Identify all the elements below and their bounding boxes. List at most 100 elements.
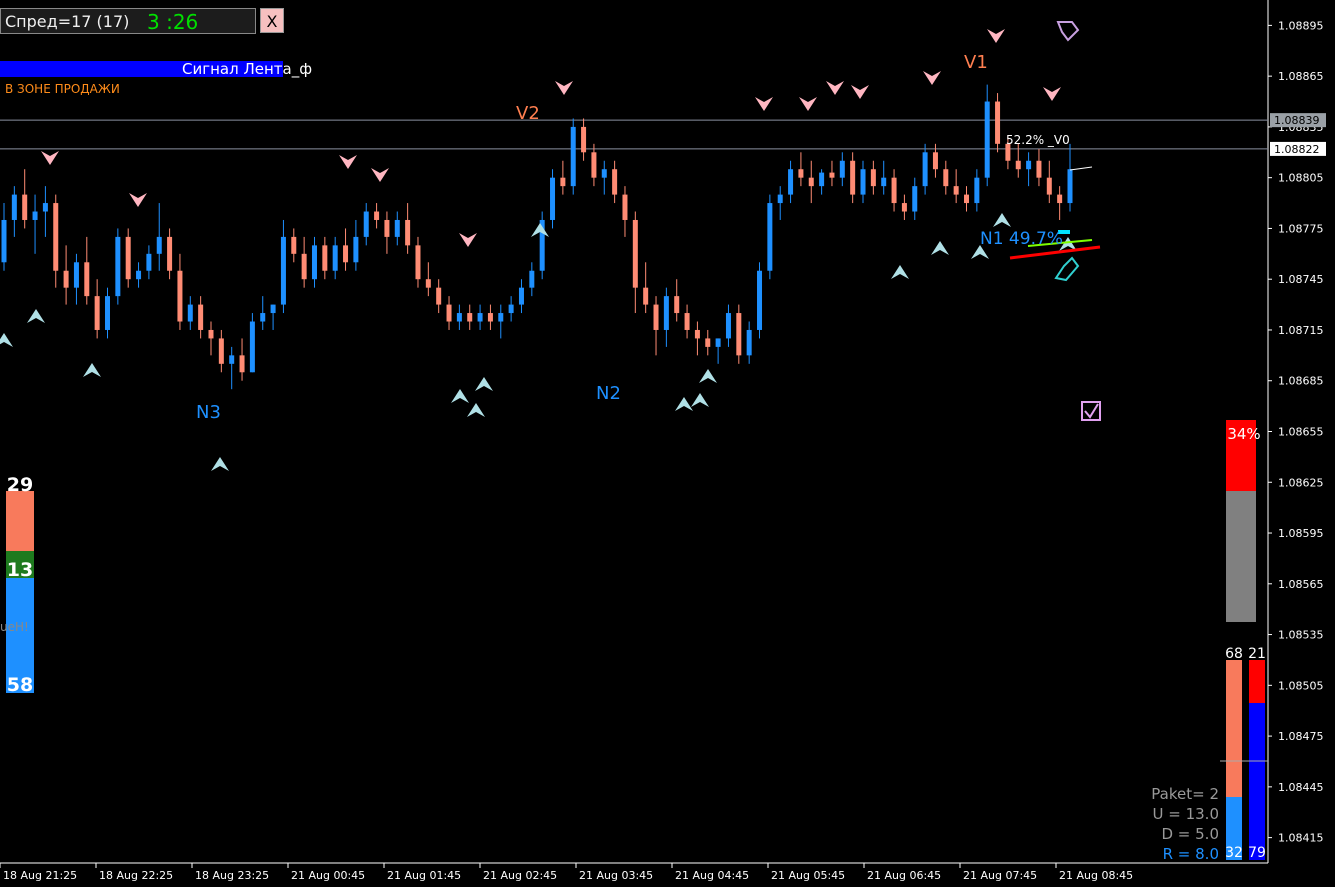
time-tick-label: 21 Aug 03:45 [579,869,653,882]
time-tick-label: 21 Aug 04:45 [675,869,749,882]
candle-bull [518,287,524,305]
candle-bull [788,169,794,195]
candle-bear [84,262,90,297]
candle-bear [374,211,380,220]
candle-bull [881,177,887,187]
candle-bear [612,169,618,195]
candle-bull [715,338,721,347]
paket-label: Paket= 2 [1151,785,1219,803]
signal-label: Сигнал Лента_ф [182,60,313,78]
right-bar-value: 32 [1225,845,1243,861]
down-label: D = 5.0 [1161,825,1219,843]
right-bar-value: 68 [1225,646,1243,662]
candle-bear [653,304,659,330]
sell-arrow-icon [799,97,817,111]
candle-bear [63,270,69,288]
price-chart[interactable]: 1.088951.088651.088351.088051.087751.087… [0,0,1335,887]
candle-bull [529,270,535,288]
right-pct-gray [1226,491,1256,622]
buy-arrow-icon [467,403,485,417]
candle-bull [249,321,255,373]
candle-bull [394,219,400,237]
signal-arrows [0,21,1101,471]
right-pct-value: 34% [1227,425,1260,443]
time-tick-label: 21 Aug 00:45 [291,869,365,882]
candle-bear [1046,177,1052,195]
candle-bear [591,152,597,178]
candle-bear [177,270,183,322]
candle-bear [1057,194,1063,204]
candle-bull [984,101,990,178]
candle-bear [705,338,711,347]
candle-bull [363,211,369,237]
buy-arrow-icon [211,457,229,471]
candle-bull [974,177,980,204]
candle-bull [839,160,845,178]
buy-arrow-icon [691,393,709,407]
candle-bear [560,177,566,187]
candle-bear [870,169,876,187]
price-tick-label: 1.08895 [1278,19,1324,32]
candle-bear [301,253,307,280]
price-tick-label: 1.08565 [1278,578,1324,591]
reversal-down-icon [1056,21,1080,42]
buy-arrow-icon [891,265,909,279]
candle-bull [477,313,483,322]
wave-label: N3 [196,402,221,423]
price-tick-label: 1.08445 [1278,781,1324,794]
projection-line [1069,166,1093,171]
range-label: R = 8.0 [1162,845,1219,863]
candle-bear [684,313,690,330]
sell-arrow-icon [755,97,773,111]
right-bar-value: 21 [1248,646,1266,662]
candle-bear [901,203,907,212]
bar-timer: 3 :26 [147,10,199,34]
candle-bull [270,304,276,314]
candle-bull [663,296,669,330]
candle-bull [146,253,152,271]
candle-bull [353,236,359,263]
candle-bull [725,313,731,339]
buy-arrow-icon [451,389,469,403]
candle-bear [622,194,628,220]
time-tick-label: 21 Aug 06:45 [867,869,941,882]
up-label: U = 13.0 [1152,805,1219,823]
left-bar-value: 58 [7,674,33,696]
candle-bear [239,355,245,373]
time-tick-label: 21 Aug 07:45 [963,869,1037,882]
wave-label: V1 [964,52,988,73]
close-button[interactable]: X [260,8,284,33]
time-axis: 18 Aug 21:25 18 Aug 22:25 18 Aug 23:25 21 A… [0,863,1133,882]
candle-bear [446,304,452,322]
candle-bear [167,236,173,271]
candle-bull [601,169,607,178]
candle-bull [311,245,317,280]
candle-bear [581,126,587,153]
candle-bear [829,172,835,178]
candle-bear [436,287,442,305]
candle-bull [860,169,866,195]
price-tick-label: 1.08505 [1278,679,1324,692]
left-bar-value: 13 [7,559,33,581]
price-tick-label: 1.08715 [1278,324,1324,337]
candle-bear [891,177,897,204]
candle-bull [73,262,79,288]
candle-bear [953,186,959,195]
left-bar-value: 29 [7,474,33,496]
spread-text: Спред=17 (17) [5,12,130,31]
candle-bear [125,236,131,280]
candle-bull [819,172,825,187]
sell-arrow-icon [129,193,147,207]
candle-bear [198,304,204,330]
candle-bear [53,203,59,271]
time-tick-label: 21 Aug 01:45 [387,869,461,882]
price-tick-label: 1.08475 [1278,730,1324,743]
candle-bull [11,194,17,220]
sell-arrow-icon [459,233,477,247]
price-tick-label: 1.08865 [1278,70,1324,83]
buy-arrow-icon [675,397,693,411]
candle-bear [467,313,473,322]
candle-bear [343,245,349,263]
candle-bull [1067,169,1073,204]
level-price-label: 1.08839 [1274,114,1320,127]
